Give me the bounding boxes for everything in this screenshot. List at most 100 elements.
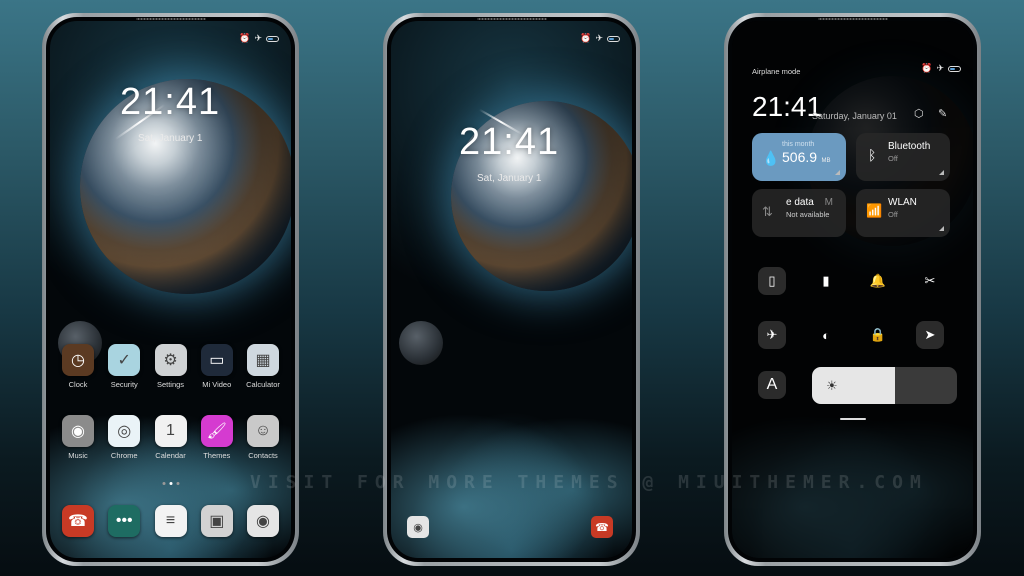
alarm-icon: ⏰ [239, 33, 251, 43]
gear-icon: ⚙ [154, 344, 187, 376]
screenshot-toggle[interactable]: ✂ [916, 267, 944, 295]
dock: ☎ ••• ≡ ▣ ◉ [56, 505, 285, 537]
vibrate-toggle[interactable]: ▯ [758, 267, 786, 295]
clock-time: 21:41 [120, 81, 221, 123]
app-messages[interactable]: ••• [102, 505, 146, 537]
tile-subtitle: this month [782, 141, 815, 148]
speaker-grille [135, 18, 206, 20]
status-bar: ⏰ ✈ [921, 63, 961, 74]
clock-icon: ◷ [62, 344, 94, 376]
app-settings[interactable]: ⚙ Settings [149, 344, 193, 389]
app-themes[interactable]: 🖌 Themes [195, 415, 239, 460]
cc-date: Saturday, January 01 [812, 111, 897, 121]
app-notes[interactable]: ≡ [149, 505, 193, 537]
clouds-image-dimmed [732, 388, 973, 558]
auto-brightness-toggle[interactable]: A [758, 371, 786, 399]
phone-bezel: ⏰ ✈ 21:41 Sat, January 1 ◷ Clock ✓ Security… [46, 17, 295, 562]
airplane-mode-label: Airplane mode [752, 67, 801, 76]
moon-image [399, 321, 443, 365]
chrome-icon: ◎ [108, 415, 141, 447]
airplane-toggle[interactable]: ✈ [758, 321, 786, 349]
app-calendar[interactable]: 1 Calendar [149, 415, 193, 460]
lock-toggle[interactable]: 🔒 [864, 321, 892, 349]
app-calculator[interactable]: ▦ Calculator [241, 344, 285, 389]
wifi-icon: 📶 [866, 203, 883, 218]
phone-control-center: Airplane mode ⏰ ✈ 21:41 Saturday, Januar… [724, 13, 981, 566]
app-camera[interactable]: ◉ [241, 505, 285, 537]
page-indicator [162, 482, 179, 485]
water-drop-icon: 💧 [762, 150, 780, 166]
phone-bezel: ⏰ ✈ 21:41 Sat, January 1 ◉ ☎ [387, 17, 636, 562]
page-dot[interactable] [176, 482, 179, 485]
mobile-data-icon: ⇅ [762, 204, 773, 219]
tile-status: Not available [786, 210, 830, 219]
phone-shortcut[interactable]: ☎ [591, 516, 613, 538]
notes-icon: ≡ [154, 505, 187, 537]
tile-unit: MB [821, 158, 831, 164]
phone-bezel: Airplane mode ⏰ ✈ 21:41 Saturday, Januar… [728, 17, 977, 562]
bell-toggle[interactable]: 🔔 [864, 267, 892, 295]
app-label: Settings [156, 380, 185, 389]
app-mi-video[interactable]: ▭ Mi Video [195, 344, 239, 389]
brightness-slider[interactable]: ☀ [812, 367, 957, 404]
mobile-data-tile[interactable]: ⇅ e data M Not available [752, 189, 846, 237]
location-toggle[interactable]: ➤ [916, 321, 944, 349]
app-phone[interactable]: ☎ [56, 505, 100, 537]
calendar-icon: 1 [154, 415, 187, 447]
data-usage-tile[interactable]: 💧 this month 506.9 MB [752, 133, 846, 181]
battery-icon [948, 65, 961, 72]
app-security[interactable]: ✓ Security [102, 344, 146, 389]
phone-lock-screen: ⏰ ✈ 21:41 Sat, January 1 ◉ ☎ [383, 13, 640, 566]
expand-corner-icon [939, 226, 944, 231]
dark-mode-toggle[interactable]: ◐ [812, 321, 840, 349]
speaker-grille [817, 18, 888, 20]
clock-date: Sat, January 1 [477, 173, 542, 184]
tile-value: 506.9 [782, 149, 818, 165]
app-row-2: ◉ Music ◎ Chrome 1 Calendar 🖌 Themes ☺ Contacts [56, 415, 285, 460]
wlan-tile[interactable]: 📶 WLAN Off [856, 189, 950, 237]
tile-title: e data [786, 197, 814, 208]
page-dot[interactable] [162, 482, 165, 485]
video-icon: ▭ [200, 344, 233, 376]
lock-screen: ⏰ ✈ 21:41 Sat, January 1 ◉ ☎ [391, 21, 632, 558]
airplane-icon: ✈ [595, 33, 603, 43]
app-label: Calculator [246, 380, 280, 389]
app-row-1: ◷ Clock ✓ Security ⚙ Settings ▭ Mi Video ▦ Calcul… [56, 344, 285, 389]
clock-time: 21:41 [459, 121, 560, 163]
app-gallery[interactable]: ▣ [195, 505, 239, 537]
tile-title: WLAN [888, 197, 917, 208]
camera-shortcut[interactable]: ◉ [407, 516, 429, 538]
settings-icon[interactable]: ⬡ [914, 107, 924, 120]
home-indicator[interactable] [839, 418, 866, 420]
gallery-icon: ▣ [200, 505, 233, 537]
app-music[interactable]: ◉ Music [56, 415, 100, 460]
alarm-icon: ⏰ [921, 63, 933, 73]
battery-icon [607, 35, 620, 42]
app-contacts[interactable]: ☺ Contacts [241, 415, 285, 460]
bluetooth-tile[interactable]: ᛒ Bluetooth Off [856, 133, 950, 181]
edit-icon[interactable]: ✎ [938, 107, 947, 120]
tile-status: Off [888, 210, 898, 219]
app-chrome[interactable]: ◎ Chrome [102, 415, 146, 460]
expand-corner-icon [939, 170, 944, 175]
app-label: Security [110, 380, 138, 389]
calculator-icon: ▦ [247, 344, 279, 376]
bluetooth-icon: ᛒ [868, 147, 877, 163]
page-dot[interactable] [169, 482, 172, 485]
airplane-icon: ✈ [254, 33, 262, 43]
app-label: Calendar [155, 451, 186, 460]
app-label: Clock [68, 380, 88, 389]
battery-icon [266, 35, 279, 42]
app-label: Music [68, 451, 88, 460]
home-screen: ⏰ ✈ 21:41 Sat, January 1 ◷ Clock ✓ Security… [50, 21, 291, 558]
flashlight-toggle[interactable]: ▮ [812, 267, 840, 295]
camera-icon: ◉ [247, 505, 279, 537]
clock-date: Sat, January 1 [138, 133, 203, 144]
shield-icon: ✓ [108, 344, 141, 376]
tile-status: Off [888, 154, 898, 163]
control-center: Airplane mode ⏰ ✈ 21:41 Saturday, Januar… [732, 21, 973, 558]
app-clock[interactable]: ◷ Clock [56, 344, 100, 389]
messages-icon: ••• [108, 505, 141, 537]
phone-icon: ☎ [62, 505, 94, 537]
contacts-icon: ☺ [247, 415, 279, 447]
